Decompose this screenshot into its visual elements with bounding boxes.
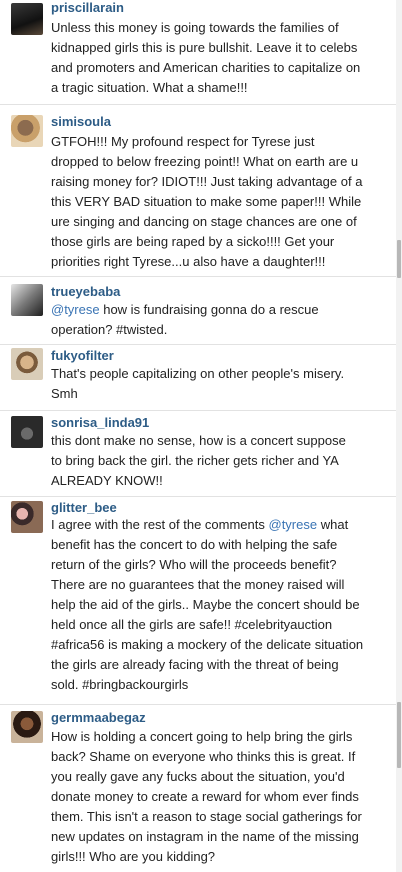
comment-item: trueyebaba @tyrese how is fundraising go… — [0, 276, 396, 344]
comment-item: glitter_bee I agree with the rest of the… — [0, 496, 396, 704]
comment-text-body: what benefit has the concert to do with … — [51, 517, 364, 692]
comment-username[interactable]: glitter_bee — [51, 500, 117, 515]
user-avatar[interactable] — [11, 348, 43, 380]
user-avatar[interactable] — [11, 501, 43, 533]
comment-text: How is holding a concert going to help b… — [51, 729, 362, 864]
comment-item: priscillarain Unless this money is going… — [0, 0, 396, 104]
user-avatar[interactable] — [11, 711, 43, 743]
comment-text: I agree with the rest of the comments @t… — [51, 515, 391, 695]
comment-text: @tyrese how is fundraising gonna do a re… — [51, 300, 391, 340]
comment-text-start: I agree with the rest of the comments — [51, 517, 269, 532]
comment-text: That's people capitalizing on other peop… — [51, 366, 345, 401]
comment-item: simisoula GTFOH!!! My profound respect f… — [0, 104, 396, 276]
comment-item: germmaabegaz How is holding a concert go… — [0, 704, 396, 872]
comment-item: fukyofilter That's people capitalizing o… — [0, 344, 396, 410]
user-avatar[interactable] — [11, 115, 43, 147]
comment-username[interactable]: germmaabegaz — [51, 710, 146, 725]
mention-link[interactable]: @tyrese — [269, 517, 318, 532]
user-avatar[interactable] — [11, 3, 43, 35]
user-avatar[interactable] — [11, 416, 43, 448]
scrollbar-thumb[interactable] — [397, 702, 401, 768]
mention-link[interactable]: @tyrese — [51, 302, 100, 317]
comment-text: GTFOH!!! My profound respect for Tyrese … — [51, 134, 363, 269]
comment-list: priscillarain Unless this money is going… — [0, 0, 396, 872]
user-avatar[interactable] — [11, 284, 43, 316]
comment-username[interactable]: fukyofilter — [51, 348, 114, 363]
comment-username[interactable]: trueyebaba — [51, 284, 120, 299]
comment-item: sonrisa_linda91 this dont make no sense,… — [0, 410, 396, 496]
comment-username[interactable]: sonrisa_linda91 — [51, 415, 149, 430]
comment-username[interactable]: simisoula — [51, 114, 111, 129]
scrollbar-thumb[interactable] — [397, 240, 401, 278]
comment-username[interactable]: priscillarain — [51, 0, 124, 15]
comment-text: this dont make no sense, how is a concer… — [51, 433, 346, 488]
comment-text: Unless this money is going towards the f… — [51, 20, 361, 95]
